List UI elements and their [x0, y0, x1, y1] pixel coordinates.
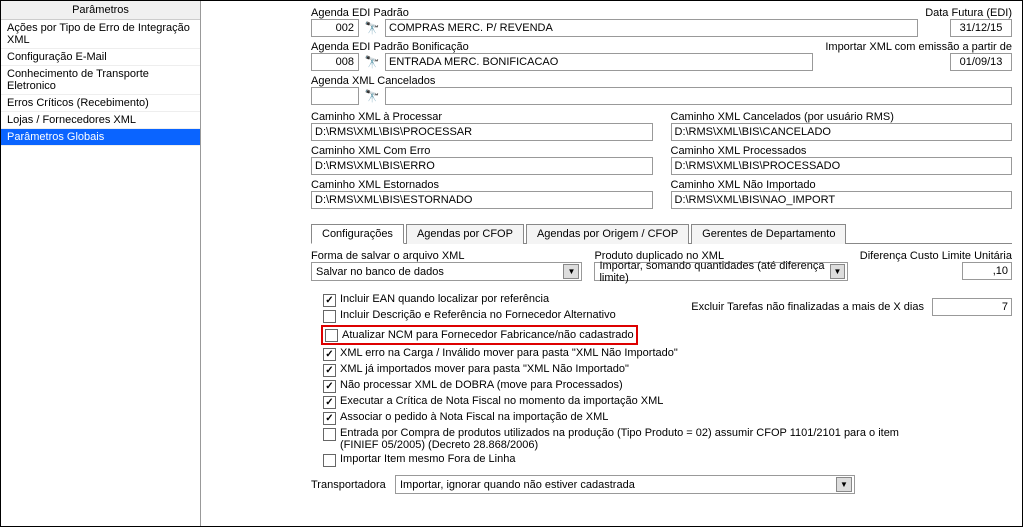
chk-compra-label: Entrada por Compra de produtos utilizado… — [340, 427, 900, 451]
chk-carga[interactable] — [323, 348, 336, 361]
agenda-padrao-label: Agenda EDI Padrão — [311, 7, 918, 19]
agenda-bonif-label: Agenda EDI Padrão Bonificação — [311, 41, 813, 53]
path-processar-field[interactable]: D:\RMS\XML\BIS\PROCESSAR — [311, 123, 653, 141]
chk-fora[interactable] — [323, 454, 336, 467]
forma-select[interactable]: Salvar no banco de dados ▼ — [311, 262, 582, 281]
main-panel: Agenda EDI Padrão 002 🔭 COMPRAS MERC. P/… — [201, 1, 1022, 526]
path-estornados-label: Caminho XML Estornados — [311, 179, 653, 191]
chk-ean-label: Incluir EAN quando localizar por referên… — [340, 293, 549, 305]
path-erro-label: Caminho XML Com Erro — [311, 145, 653, 157]
chevron-down-icon: ▼ — [563, 264, 579, 279]
chevron-down-icon: ▼ — [830, 264, 845, 279]
path-cancelados-field[interactable]: D:\RMS\XML\BIS\CANCELADO — [671, 123, 1013, 141]
agenda-padrao-desc[interactable]: COMPRAS MERC. P/ REVENDA — [385, 19, 918, 37]
sidebar-item-globais[interactable]: Parâmetros Globais — [1, 129, 200, 146]
chk-desc[interactable] — [323, 310, 336, 323]
forma-value: Salvar no banco de dados — [316, 266, 444, 278]
dup-select[interactable]: Importar, somando quantidades (até difer… — [594, 262, 847, 281]
transp-select[interactable]: Importar, ignorar quando não estiver cad… — [395, 475, 855, 494]
chevron-down-icon: ▼ — [836, 477, 852, 492]
dup-value: Importar, somando quantidades (até difer… — [599, 260, 830, 284]
tab-origem[interactable]: Agendas por Origem / CFOP — [526, 224, 689, 244]
chk-pedido[interactable] — [323, 412, 336, 425]
agenda-bonif-desc[interactable]: ENTRADA MERC. BONIFICACAO — [385, 53, 813, 71]
sidebar-item-acoes[interactable]: Ações por Tipo de Erro de Integração XML — [1, 20, 200, 49]
agenda-bonif-code[interactable]: 008 — [311, 53, 359, 71]
path-naoimport-label: Caminho XML Não Importado — [671, 179, 1013, 191]
forma-label: Forma de salvar o arquivo XML — [311, 250, 582, 262]
tab-configuracoes[interactable]: Configurações — [311, 224, 404, 244]
path-processados-field[interactable]: D:\RMS\XML\BIS\PROCESSADO — [671, 157, 1013, 175]
chk-critica-label: Executar a Crítica de Nota Fiscal no mom… — [340, 395, 663, 407]
chk-ncm-label: Atualizar NCM para Fornecedor Fabricance… — [342, 329, 634, 341]
path-processados-label: Caminho XML Processados — [671, 145, 1013, 157]
transp-value: Importar, ignorar quando não estiver cad… — [400, 479, 635, 491]
agenda-cancel-label: Agenda XML Cancelados — [311, 75, 1012, 87]
sidebar-item-cte[interactable]: Conhecimento de Transporte Eletronico — [1, 66, 200, 95]
path-estornados-field[interactable]: D:\RMS\XML\BIS\ESTORNADO — [311, 191, 653, 209]
sidebar-item-lojas[interactable]: Lojas / Fornecedores XML — [1, 112, 200, 129]
chk-ja-label: XML já importados mover para pasta "XML … — [340, 363, 629, 375]
chk-dobra[interactable] — [323, 380, 336, 393]
path-erro-field[interactable]: D:\RMS\XML\BIS\ERRO — [311, 157, 653, 175]
agenda-padrao-code[interactable]: 002 — [311, 19, 359, 37]
tab-cfop[interactable]: Agendas por CFOP — [406, 224, 524, 244]
chk-ean[interactable] — [323, 294, 336, 307]
sidebar-item-email[interactable]: Configuração E-Mail — [1, 49, 200, 66]
agenda-cancel-code[interactable] — [311, 87, 359, 105]
path-processar-label: Caminho XML à Processar — [311, 111, 653, 123]
path-cancelados-label: Caminho XML Cancelados (por usuário RMS) — [671, 111, 1013, 123]
data-futura-label: Data Futura (EDI) — [925, 7, 1012, 19]
sidebar: Parâmetros Ações por Tipo de Erro de Int… — [1, 1, 201, 526]
tab-gerentes[interactable]: Gerentes de Departamento — [691, 224, 846, 244]
data-futura-field[interactable]: 31/12/15 — [950, 19, 1012, 37]
chk-ncm[interactable] — [325, 329, 338, 342]
transp-label: Transportadora — [311, 479, 391, 491]
chk-critica[interactable] — [323, 396, 336, 409]
sidebar-item-erros[interactable]: Erros Críticos (Recebimento) — [1, 95, 200, 112]
agenda-cancel-desc[interactable] — [385, 87, 1012, 105]
chk-fora-label: Importar Item mesmo Fora de Linha — [340, 453, 515, 465]
binoculars-icon[interactable]: 🔭 — [363, 87, 381, 105]
dif-label: Diferença Custo Limite Unitária — [860, 250, 1012, 262]
sidebar-header: Parâmetros — [1, 1, 200, 20]
path-naoimport-field[interactable]: D:\RMS\XML\BIS\NAO_IMPORT — [671, 191, 1013, 209]
chk-carga-label: XML erro na Carga / Inválido mover para … — [340, 347, 678, 359]
dif-field[interactable]: ,10 — [962, 262, 1012, 280]
chk-desc-label: Incluir Descrição e Referência no Fornec… — [340, 309, 616, 321]
import-xml-label: Importar XML com emissão a partir de — [825, 41, 1012, 53]
chk-compra[interactable] — [323, 428, 336, 441]
excluir-label: Excluir Tarefas não finalizadas a mais d… — [691, 301, 924, 313]
binoculars-icon[interactable]: 🔭 — [363, 53, 381, 71]
import-xml-date[interactable]: 01/09/13 — [950, 53, 1012, 71]
binoculars-icon[interactable]: 🔭 — [363, 19, 381, 37]
chk-ja[interactable] — [323, 364, 336, 377]
excluir-field[interactable]: 7 — [932, 298, 1012, 316]
chk-pedido-label: Associar o pedido à Nota Fiscal na impor… — [340, 411, 608, 423]
chk-dobra-label: Não processar XML de DOBRA (move para Pr… — [340, 379, 623, 391]
